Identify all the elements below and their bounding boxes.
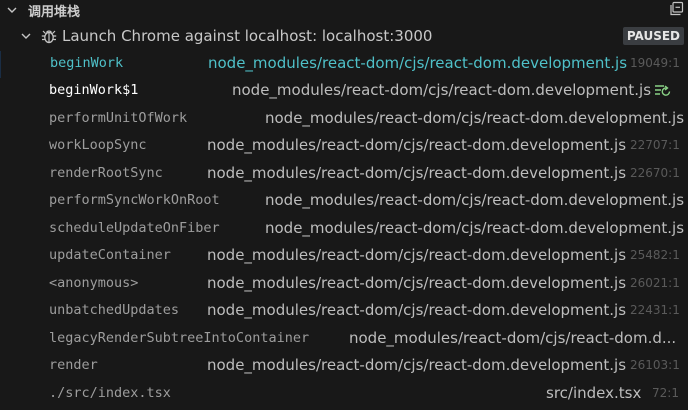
frame-function: <anonymous> <box>49 275 139 291</box>
status-badge: PAUSED <box>622 27 684 45</box>
session-label: Launch Chrome against localhost: localho… <box>62 27 433 45</box>
frame-function: legacyRenderSubtreeIntoContainer <box>49 330 310 346</box>
frame-function: renderRootSync <box>49 165 163 181</box>
frame-file: src/index.tsx <box>546 384 642 402</box>
frame-function: workLoopSync <box>49 137 147 153</box>
frame-file: node_modules/react-dom/cjs/react-dom.dev… <box>207 136 627 154</box>
frame-file: node_modules/react-dom/cjs/react-dom.dev… <box>208 54 628 72</box>
stack-frame[interactable]: <anonymous> node_modules/react-dom/cjs/r… <box>0 271 688 298</box>
frame-line: 22431:1 <box>630 303 680 317</box>
frame-function: render <box>49 357 98 373</box>
stack-frame[interactable]: unbatchedUpdates node_modules/react-dom/… <box>0 298 688 325</box>
stack-frame[interactable]: updateContainer node_modules/react-dom/c… <box>0 243 688 270</box>
call-stack-header[interactable]: 调用堆栈 <box>0 0 688 22</box>
stack-frame[interactable]: scheduleUpdateOnFiber node_modules/react… <box>0 216 688 243</box>
debug-session-row[interactable]: Launch Chrome against localhost: localho… <box>0 24 688 48</box>
stack-frame[interactable]: workLoopSync node_modules/react-dom/cjs/… <box>0 133 688 160</box>
stack-frame[interactable]: renderRootSync node_modules/react-dom/cj… <box>0 161 688 188</box>
section-title: 调用堆栈 <box>28 5 81 20</box>
frame-function: unbatchedUpdates <box>49 302 180 318</box>
frame-function: updateContainer <box>49 247 171 263</box>
frame-file: node_modules/react-dom/cjs/react-dom.dev… <box>207 301 627 319</box>
frame-file: node_modules/react-dom/cjs/react-dom.dev… <box>265 219 685 237</box>
frame-line: 72:1 <box>652 386 679 400</box>
chevron-down-icon[interactable] <box>6 4 18 16</box>
frame-line: 22707:1 <box>630 138 680 152</box>
restart-frame-icon[interactable] <box>654 83 672 99</box>
frame-file: node_modules/react-dom/cjs/react-dom.dev… <box>265 191 685 209</box>
frame-line: 22670:1 <box>630 166 680 180</box>
stack-frame[interactable]: performUnitOfWork node_modules/react-dom… <box>0 106 688 133</box>
chevron-down-icon[interactable] <box>20 30 32 42</box>
frame-function: scheduleUpdateOnFiber <box>49 220 220 236</box>
bug-icon <box>41 30 57 44</box>
frame-file: node_modules/react-dom/cjs/react-dom.dev… <box>232 81 652 99</box>
call-stack-panel: 调用堆栈 Launch Chrome against localhost: lo… <box>0 0 688 410</box>
frame-function: performUnitOfWork <box>49 110 188 126</box>
stack-frame[interactable]: beginWork node_modules/react-dom/cjs/rea… <box>0 51 688 78</box>
frame-file: node_modules/react-dom/cjs/react-dom.dev… <box>207 164 627 182</box>
stack-frame[interactable]: render node_modules/react-dom/cjs/react-… <box>0 353 688 380</box>
frame-line: 25482:1 <box>630 248 680 262</box>
frame-file: node_modules/react-dom/cjs/react-dom.dev… <box>207 356 627 374</box>
collapse-all-icon[interactable] <box>668 1 684 17</box>
stack-frame[interactable]: performSyncWorkOnRoot node_modules/react… <box>0 188 688 215</box>
frame-file: node_modules/react-dom/cjs/react-dom.dev… <box>265 109 685 127</box>
frame-function: beginWork <box>50 55 124 71</box>
frame-file: node_modules/react-dom/cjs/react-dom.dev… <box>207 246 627 264</box>
frame-function: ./src/index.tsx <box>49 385 171 401</box>
frame-function: beginWork$1 <box>49 82 139 98</box>
frame-line: 26021:1 <box>630 276 680 290</box>
frame-function: performSyncWorkOnRoot <box>49 192 220 208</box>
frame-file: node_modules/react-dom/cjs/react-dom.dev… <box>207 274 627 292</box>
frame-line: 26103:1 <box>630 358 680 372</box>
stack-frame[interactable]: ./src/index.tsx src/index.tsx 72:1 <box>0 381 688 408</box>
stack-frame[interactable]: beginWork$1 node_modules/react-dom/cjs/r… <box>0 78 688 105</box>
stack-frame[interactable]: legacyRenderSubtreeIntoContainer node_mo… <box>0 326 688 353</box>
frame-file: node_modules/react-dom/cjs/react-dom.d..… <box>349 329 677 347</box>
frame-line: 19049:1 <box>630 56 680 70</box>
